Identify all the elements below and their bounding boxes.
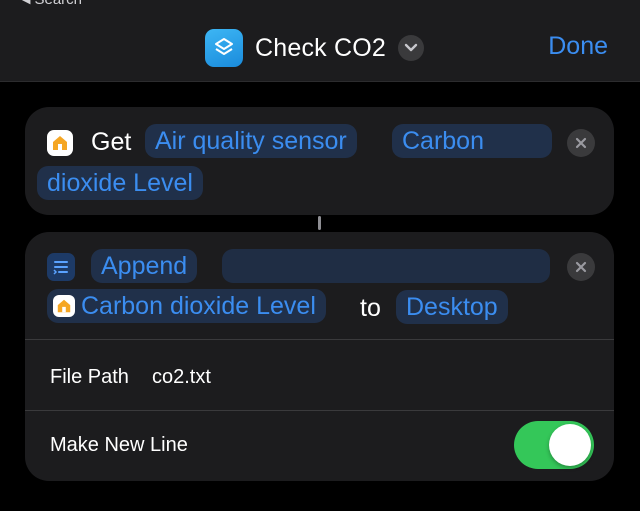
make-new-line-label: Make New Line [50, 434, 188, 456]
action-connector [318, 216, 321, 230]
make-new-line-toggle[interactable] [514, 421, 594, 469]
destination-token-desktop[interactable]: Desktop [396, 290, 508, 324]
device-token-label: Air quality sensor [155, 126, 347, 155]
remove-append-close-icon[interactable] [567, 253, 595, 281]
characteristic-line2: dioxide Level [47, 168, 193, 197]
toggle-knob [549, 424, 591, 466]
append-verb-token[interactable]: Append [91, 249, 198, 283]
back-link-label: Search [34, 0, 82, 8]
text-list-icon [47, 253, 75, 281]
append-action-card: Append Carbon dioxide Level to Desktop F… [25, 232, 614, 481]
shortcuts-app-icon [205, 29, 243, 67]
shortcut-title-group[interactable]: Check CO2 [205, 29, 425, 67]
file-path-value[interactable]: co2.txt [152, 366, 211, 389]
to-connector-label: to [360, 294, 381, 322]
shortcut-title: Check CO2 [255, 33, 387, 62]
file-path-label: File Path [50, 366, 129, 388]
variable-token-label: Carbon dioxide Level [81, 291, 316, 320]
characteristic-token-continued[interactable]: dioxide Level [37, 166, 203, 200]
section-divider [25, 339, 614, 340]
device-token-air-quality-sensor[interactable]: Air quality sensor [145, 124, 357, 158]
home-icon [47, 130, 73, 156]
section-divider [25, 410, 614, 411]
destination-token-label: Desktop [406, 292, 498, 321]
characteristic-line1: Carbon [402, 126, 484, 155]
characteristic-token[interactable]: Carbon [392, 124, 552, 158]
variable-home-icon [53, 295, 75, 317]
navigation-bar: ◀ Search Check CO2 Done [0, 0, 640, 82]
chevron-down-icon[interactable] [398, 35, 425, 61]
append-verb-label: Append [101, 251, 188, 280]
back-to-search-link[interactable]: ◀ Search [22, 0, 82, 8]
remove-action-close-icon[interactable] [567, 129, 595, 157]
variable-token-carbon-dioxide-level[interactable]: Carbon dioxide Level [47, 289, 326, 323]
append-text-field[interactable] [222, 249, 550, 283]
back-triangle-icon: ◀ [22, 0, 31, 6]
get-verb-label: Get [91, 128, 132, 156]
get-action-card: Get Air quality sensor Carbon dioxide Le… [25, 107, 614, 215]
done-button[interactable]: Done [548, 32, 608, 61]
